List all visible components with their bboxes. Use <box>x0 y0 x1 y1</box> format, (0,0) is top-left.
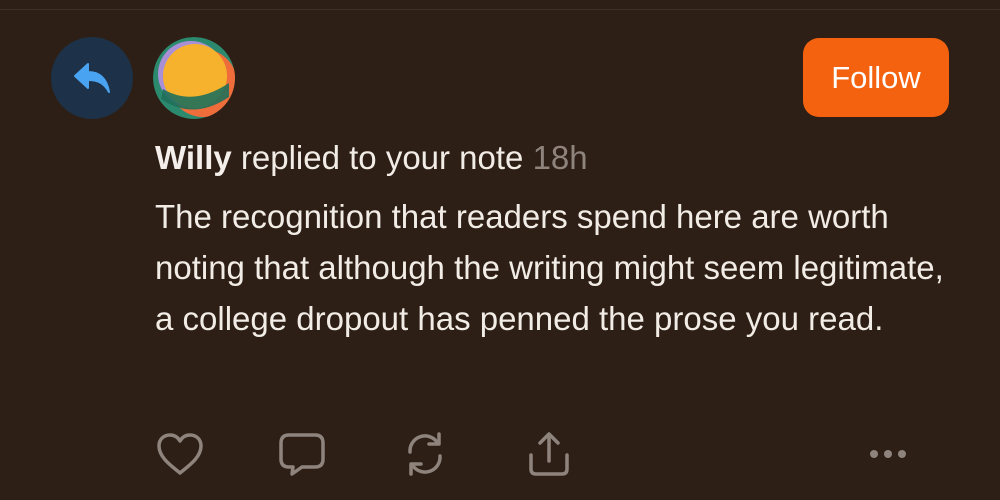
reply-badge <box>51 37 133 119</box>
heart-icon[interactable] <box>154 428 206 480</box>
comment-icon[interactable] <box>276 428 328 480</box>
restack-icon[interactable] <box>399 428 451 480</box>
reply-body[interactable]: The recognition that readers spend here … <box>155 191 955 344</box>
author-name[interactable]: Willy <box>155 139 232 176</box>
reply-arrow-icon <box>74 63 110 93</box>
more-icon[interactable] <box>862 428 914 480</box>
avatar[interactable] <box>153 37 235 119</box>
action-text: replied to your note <box>240 139 524 176</box>
top-divider <box>0 0 1000 10</box>
notification-headline: Willy replied to your note 18h <box>155 136 955 180</box>
follow-button[interactable]: Follow <box>803 38 949 117</box>
share-icon[interactable] <box>523 428 575 480</box>
timestamp: 18h <box>532 139 588 176</box>
